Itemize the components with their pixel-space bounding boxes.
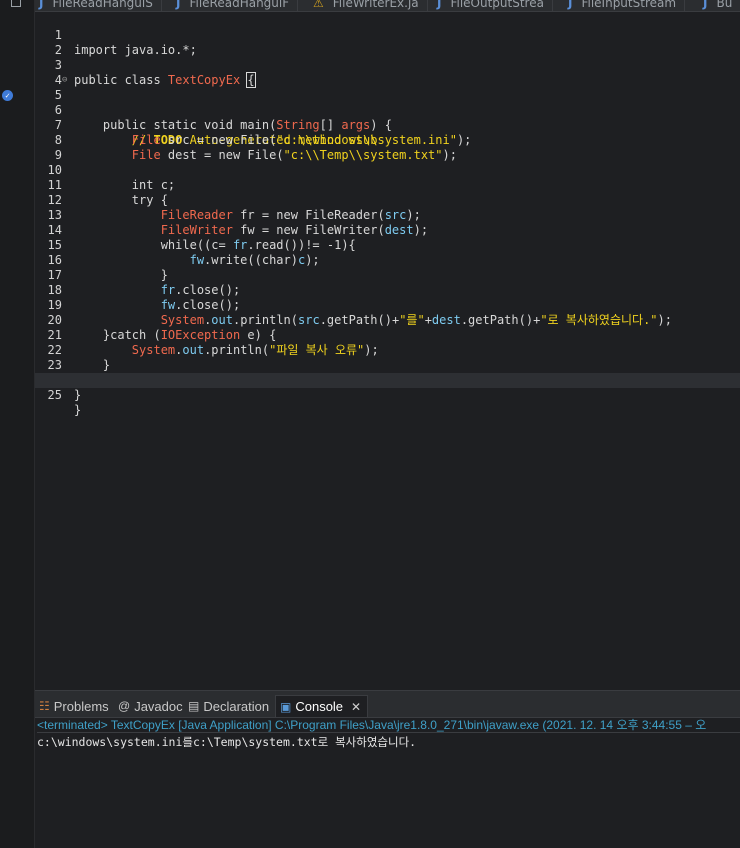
panel-tab-bar: ☷ Problems @ Javadoc ▤ Declaration ▣ Con… — [35, 690, 740, 718]
code-line[interactable]: 10 int c; — [35, 148, 740, 192]
code-line[interactable]: 4 — [35, 58, 740, 87]
code-line[interactable]: 21 System.out.println("파일 복사 오류"); — [35, 313, 740, 357]
tab-label: FileReadHangulF — [189, 0, 290, 10]
code-line-current[interactable]: 25 } — [35, 373, 740, 417]
tab-label: FileInputStream — [581, 0, 677, 10]
code-line[interactable]: 6 ✓ // TODO Auto-generated method stub — [2, 88, 740, 147]
java-file-icon: J — [39, 0, 44, 10]
problems-icon: ☷ — [39, 699, 50, 713]
code-line[interactable]: 15 fw.write((char)c); — [35, 223, 740, 267]
tab-label: FileOutputStrea — [450, 0, 544, 10]
tab-console[interactable]: ▣ Console ✕ — [275, 695, 369, 717]
code-line[interactable]: 16 } — [35, 238, 740, 282]
tab-label: FileReadHangulS — [52, 0, 153, 10]
code-line[interactable]: 14 while((c= fr.read())!= -1){ — [35, 208, 740, 252]
at-sign-icon: @ — [118, 699, 131, 713]
code-line[interactable]: 8 File dest = new File("c:\\Temp\\system… — [35, 118, 740, 162]
code-text: } — [74, 388, 82, 402]
editor-tab[interactable]: J FileInputStream — [568, 0, 686, 11]
console-status-line: <terminated> TextCopyEx [Java Applicatio… — [37, 717, 740, 733]
code-editor[interactable]: 1 import java.io.*; 2 3 public class Tex… — [2, 12, 740, 690]
code-line[interactable]: 13 FileWriter fw = new FileWriter(dest); — [35, 193, 740, 237]
code-line[interactable]: 22 } — [35, 328, 740, 372]
code-line[interactable]: 1 import java.io.*; — [35, 13, 740, 57]
code-line[interactable]: 7 File src = new File("c:\\windows\\syst… — [35, 103, 740, 147]
code-line[interactable]: 2 — [35, 28, 740, 57]
close-icon[interactable]: ✕ — [351, 700, 361, 714]
code-line[interactable]: 20 }catch (IOException e) { — [35, 298, 740, 342]
editor-tab-bar: J FileReadHangulS J FileReadHangulF ⚠ Fi… — [35, 0, 740, 12]
declaration-icon: ▤ — [188, 699, 200, 713]
tab-label: Declaration — [203, 698, 270, 714]
tab-label: Javadoc — [134, 698, 183, 714]
java-file-icon: J — [437, 0, 442, 10]
code-line[interactable]: 9 — [35, 133, 740, 162]
code-line[interactable]: 18 fw.close(); — [35, 268, 740, 312]
tab-label: FileWriterEx.ja — [332, 0, 419, 10]
editor-tab[interactable]: J Bu — [703, 0, 740, 11]
code-line[interactable]: 11 try { — [35, 163, 740, 207]
code-text: } — [74, 403, 81, 418]
code-text: } — [74, 388, 81, 403]
left-sidebar-strip — [0, 0, 35, 848]
console-icon: ▣ — [280, 699, 292, 714]
editor-tab[interactable]: J FileReadHangulF — [176, 0, 299, 11]
tab-declaration[interactable]: ▤ Declaration — [188, 695, 269, 717]
code-line[interactable]: 12 FileReader fr = new FileReader(src); — [35, 178, 740, 222]
tab-label: Bu — [716, 0, 733, 10]
code-line[interactable]: 3 public class TextCopyEx { — [35, 43, 740, 88]
tab-javadoc[interactable]: @ Javadoc — [118, 695, 183, 717]
code-line[interactable]: 24 } — [35, 358, 740, 402]
java-file-icon: J — [176, 0, 181, 10]
bottom-panel: ☷ Problems @ Javadoc ▤ Declaration ▣ Con… — [35, 690, 740, 848]
code-text: } — [74, 403, 82, 417]
tab-label: Problems — [53, 698, 109, 714]
fold-toggle-icon[interactable]: ⊖ — [62, 73, 71, 88]
java-file-icon: J — [703, 0, 708, 10]
code-line[interactable]: 23 — [35, 343, 740, 372]
editor-tab[interactable]: J FileOutputStrea — [437, 0, 553, 11]
maximize-checkbox-icon[interactable] — [11, 0, 21, 7]
editor-tab[interactable]: ⚠ FileWriterEx.ja — [313, 0, 428, 11]
warning-java-file-icon: ⚠ — [313, 0, 324, 10]
code-line[interactable]: 17 fr.close(); — [35, 253, 740, 297]
console-output: c:\windows\system.ini를c:\Temp\system.txt… — [37, 735, 417, 749]
task-marker-icon[interactable]: ✓ — [2, 90, 13, 101]
code-line[interactable]: 5 ⊖ public static void main(String[] arg… — [35, 73, 740, 132]
line-number: 25 — [47, 388, 62, 402]
editor-tab[interactable]: J FileReadHangulS — [39, 0, 162, 11]
java-file-icon: J — [568, 0, 573, 10]
tab-problems[interactable]: ☷ Problems — [39, 695, 109, 717]
code-line[interactable]: 19 System.out.println(src.getPath()+"를"+… — [35, 283, 740, 327]
tab-label: Console — [295, 699, 344, 714]
